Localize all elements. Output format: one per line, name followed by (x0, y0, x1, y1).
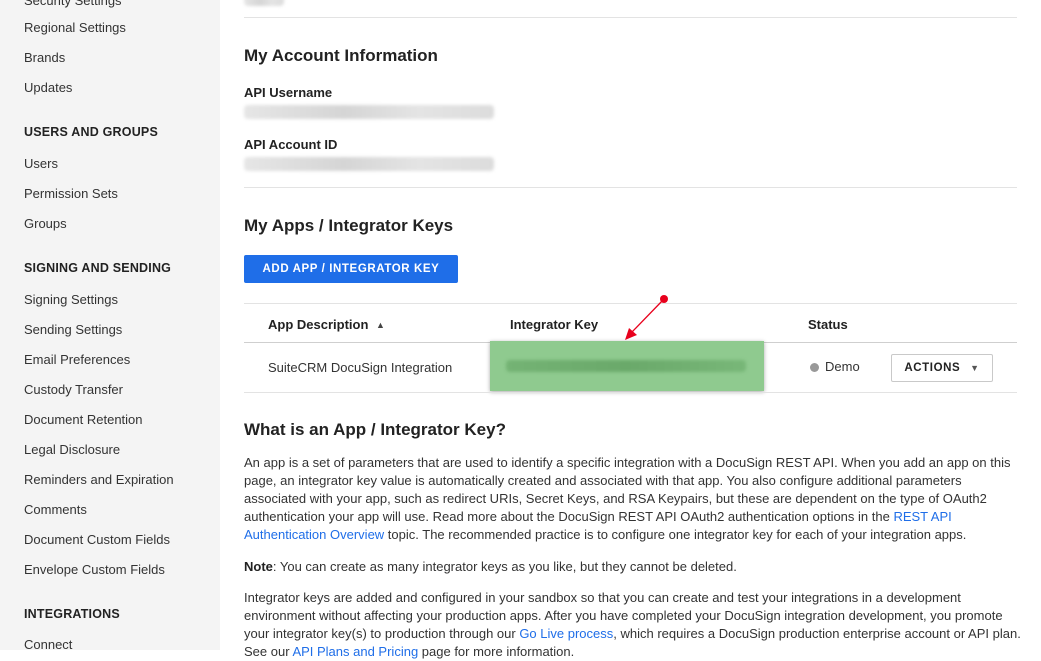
sidebar-item-groups[interactable]: Groups (24, 216, 67, 231)
integrator-key-value-redacted (506, 360, 746, 372)
api-account-id-label: API Account ID (244, 137, 338, 152)
divider (244, 187, 1017, 188)
sidebar-item-permission-sets[interactable]: Permission Sets (24, 186, 118, 201)
note-text: : You can create as many integrator keys… (272, 559, 737, 574)
sidebar-item-reminders-and-expiration[interactable]: Reminders and Expiration (24, 472, 174, 487)
api-username-value-redacted (244, 105, 494, 119)
sidebar-item-security-settings[interactable]: Security Settings (24, 0, 122, 8)
sidebar-heading-signing-and-sending: SIGNING AND SENDING (24, 261, 172, 275)
sidebar-item-signing-settings[interactable]: Signing Settings (24, 292, 118, 307)
settings-sidebar: Security Settings Regional Settings Bran… (0, 0, 220, 652)
sidebar-item-comments[interactable]: Comments (24, 502, 87, 517)
explainer-paragraph: An app is a set of parameters that are u… (244, 454, 1024, 544)
blurred-previous-value (244, 0, 284, 6)
api-plans-pricing-link[interactable]: API Plans and Pricing (292, 644, 418, 659)
sidebar-item-updates[interactable]: Updates (24, 80, 72, 95)
status-dot-icon (810, 363, 819, 372)
sidebar-heading-integrations: INTEGRATIONS (24, 607, 120, 621)
table-bottom-border (244, 392, 1017, 393)
explainer-text: topic. The recommended practice is to co… (384, 527, 967, 542)
sort-ascending-icon: ▲ (376, 320, 385, 330)
go-live-process-link[interactable]: Go Live process (519, 626, 613, 641)
apps-title: My Apps / Integrator Keys (244, 216, 454, 235)
app-description-cell: SuiteCRM DocuSign Integration (268, 360, 453, 375)
sidebar-item-sending-settings[interactable]: Sending Settings (24, 322, 122, 337)
caret-down-icon: ▼ (970, 363, 980, 373)
column-header-label: App Description (268, 317, 369, 332)
sidebar-item-email-preferences[interactable]: Email Preferences (24, 352, 130, 367)
sidebar-item-brands[interactable]: Brands (24, 50, 65, 65)
integrator-key-explainer-title: What is an App / Integrator Key? (244, 420, 506, 439)
sidebar-item-document-custom-fields[interactable]: Document Custom Fields (24, 532, 170, 547)
actions-dropdown-button[interactable]: ACTIONS ▼ (891, 354, 993, 382)
sidebar-item-legal-disclosure[interactable]: Legal Disclosure (24, 442, 120, 457)
sidebar-item-custody-transfer[interactable]: Custody Transfer (24, 382, 123, 397)
api-username-label: API Username (244, 85, 333, 100)
column-header-app-description[interactable]: App Description ▲ (268, 317, 385, 332)
column-header-status: Status (808, 317, 848, 332)
account-info-title: My Account Information (244, 46, 438, 65)
go-live-text: page for more information. (418, 644, 575, 659)
divider (244, 17, 1017, 18)
sidebar-item-document-retention[interactable]: Document Retention (24, 412, 143, 427)
sidebar-heading-users-and-groups: USERS AND GROUPS (24, 125, 159, 139)
sidebar-item-users[interactable]: Users (24, 156, 58, 171)
status-cell: Demo (825, 359, 860, 374)
api-account-id-value-redacted (244, 157, 494, 171)
actions-label: ACTIONS (904, 362, 961, 374)
annotation-arrow-icon (625, 295, 668, 340)
add-app-integrator-key-button[interactable]: ADD APP / INTEGRATOR KEY (244, 255, 458, 283)
sidebar-item-regional-settings[interactable]: Regional Settings (24, 20, 126, 35)
column-header-integrator-key: Integrator Key (510, 317, 599, 332)
main-content: My Account Information API Username API … (244, 0, 1021, 659)
sidebar-item-envelope-custom-fields[interactable]: Envelope Custom Fields (24, 562, 165, 577)
note-label: Note (244, 559, 273, 574)
note-paragraph: Note: You can create as many integrator … (244, 558, 1024, 576)
go-live-paragraph: Integrator keys are added and configured… (244, 589, 1024, 661)
